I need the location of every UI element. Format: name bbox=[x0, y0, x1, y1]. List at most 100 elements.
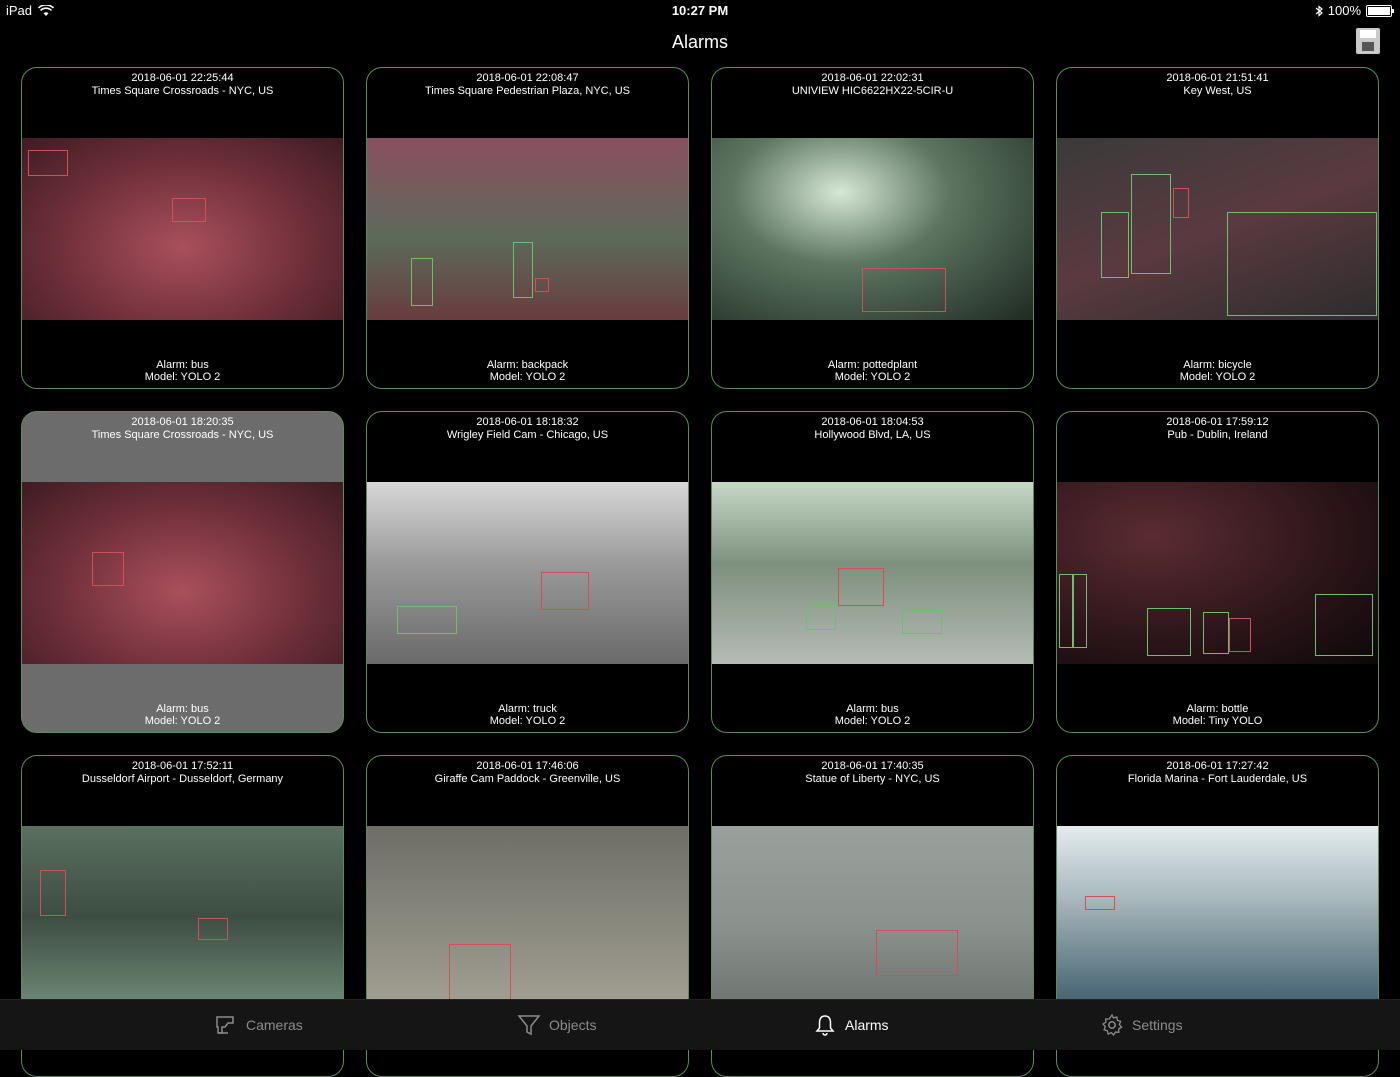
alarm-label: Alarm: bus bbox=[846, 703, 899, 715]
page-title: Alarms bbox=[671, 32, 728, 52]
tab-label: Objects bbox=[549, 1017, 597, 1033]
detection-box bbox=[1227, 212, 1377, 316]
gear-icon bbox=[1101, 1013, 1123, 1037]
alarm-datetime: 2018-06-01 18:04:53 bbox=[821, 416, 924, 428]
alarm-label: Alarm: bus bbox=[156, 359, 209, 371]
alarm-label: Alarm: bus bbox=[156, 703, 209, 715]
alarm-datetime: 2018-06-01 17:52:11 bbox=[131, 760, 234, 772]
tab-label: Cameras bbox=[246, 1017, 303, 1033]
detection-box bbox=[902, 610, 942, 634]
card-header: 2018-06-01 22:02:31 UNIVIEW HIC6622HX22-… bbox=[712, 72, 1033, 98]
detection-box bbox=[1059, 574, 1073, 648]
card-footer: Alarm: bus Model: YOLO 2 bbox=[712, 703, 1033, 727]
detection-box bbox=[1203, 612, 1229, 654]
camera-name: Pub - Dublin, Ireland bbox=[1167, 429, 1268, 441]
camera-name: Hollywood Blvd, LA, US bbox=[814, 429, 931, 441]
card-header: 2018-06-01 17:59:12 Pub - Dublin, Irelan… bbox=[1057, 416, 1378, 442]
detection-box bbox=[1229, 618, 1251, 652]
detection-box bbox=[449, 944, 511, 1004]
card-header: 2018-06-01 18:20:35 Times Square Crossro… bbox=[22, 416, 343, 442]
card-footer: Alarm: truck Model: YOLO 2 bbox=[367, 703, 688, 727]
model-label: Model: Tiny YOLO bbox=[1172, 715, 1263, 727]
alarm-label: Alarm: truck bbox=[498, 703, 557, 715]
card-header: 2018-06-01 17:52:11 Dusseldorf Airport -… bbox=[22, 760, 343, 786]
detection-box bbox=[1085, 896, 1115, 910]
detection-box bbox=[876, 930, 958, 976]
model-label: Model: YOLO 2 bbox=[834, 715, 911, 727]
detection-box bbox=[1173, 188, 1189, 218]
detection-box bbox=[92, 552, 124, 586]
battery-percent: 100% bbox=[1327, 3, 1361, 18]
card-footer: Alarm: bicycle Model: YOLO 2 bbox=[1057, 359, 1378, 383]
model-label: Model: YOLO 2 bbox=[1179, 371, 1256, 383]
alarm-datetime: 2018-06-01 18:20:35 bbox=[131, 416, 234, 428]
alarm-datetime: 2018-06-01 22:25:44 bbox=[131, 72, 234, 84]
tab-alarms[interactable]: Alarms bbox=[813, 1012, 889, 1038]
detection-box bbox=[513, 242, 533, 298]
detection-box bbox=[862, 268, 946, 312]
detection-box bbox=[1101, 212, 1129, 278]
detection-box bbox=[1315, 594, 1373, 656]
alarm-card-selected[interactable]: 2018-06-01 18:20:35 Times Square Crossro… bbox=[21, 411, 344, 733]
model-label: Model: YOLO 2 bbox=[144, 715, 221, 727]
detection-box bbox=[1147, 608, 1191, 656]
alarm-card[interactable]: 2018-06-01 17:59:12 Pub - Dublin, Irelan… bbox=[1056, 411, 1379, 733]
detection-box bbox=[397, 606, 457, 634]
bell-icon bbox=[815, 1015, 835, 1036]
camera-snapshot bbox=[367, 138, 688, 320]
detection-box bbox=[28, 150, 68, 176]
card-header: 2018-06-01 22:08:47 Times Square Pedestr… bbox=[367, 72, 688, 98]
tab-label: Settings bbox=[1132, 1017, 1183, 1033]
card-footer: Alarm: bus Model: YOLO 2 bbox=[22, 703, 343, 727]
card-footer: Alarm: pottedplant Model: YOLO 2 bbox=[712, 359, 1033, 383]
alarm-datetime: 2018-06-01 17:59:12 bbox=[1166, 416, 1269, 428]
camera-name: Times Square Crossroads - NYC, US bbox=[91, 85, 274, 97]
tab-settings[interactable]: Settings bbox=[1100, 1012, 1183, 1038]
detection-box bbox=[541, 572, 589, 610]
camera-name: Times Square Crossroads - NYC, US bbox=[91, 429, 274, 441]
camera-name: Key West, US bbox=[1183, 85, 1252, 97]
camera-name: UNIVIEW HIC6622HX22-5CIR-U bbox=[791, 85, 954, 97]
card-footer: Alarm: backpack Model: YOLO 2 bbox=[367, 359, 688, 383]
camera-name: Giraffe Cam Paddock - Greenville, US bbox=[434, 773, 621, 785]
card-footer: Alarm: bottle Model: Tiny YOLO bbox=[1057, 703, 1378, 727]
model-label: Model: YOLO 2 bbox=[489, 715, 566, 727]
camera-name: Times Square Pedestrian Plaza, NYC, US bbox=[424, 85, 630, 97]
camera-name: Dusseldorf Airport - Dusseldorf, Germany bbox=[81, 773, 284, 785]
alarm-datetime: 2018-06-01 17:46:06 bbox=[476, 760, 579, 772]
alarm-label: Alarm: backpack bbox=[486, 359, 569, 371]
alarm-card[interactable]: 2018-06-01 22:25:44 Times Square Crossro… bbox=[21, 67, 344, 389]
camera-snapshot bbox=[22, 482, 343, 664]
alarm-card[interactable]: 2018-06-01 18:04:53 Hollywood Blvd, LA, … bbox=[711, 411, 1034, 733]
card-header: 2018-06-01 18:18:32 Wrigley Field Cam - … bbox=[367, 416, 688, 442]
detection-box bbox=[40, 870, 66, 916]
alarm-label: Alarm: bicycle bbox=[1183, 359, 1252, 371]
card-header: 2018-06-01 18:04:53 Hollywood Blvd, LA, … bbox=[712, 416, 1033, 442]
camera-snapshot bbox=[22, 826, 343, 1008]
card-header: 2018-06-01 17:27:42 Florida Marina - For… bbox=[1057, 760, 1378, 786]
camera-name: Statue of Liberty - NYC, US bbox=[805, 773, 940, 785]
camera-snapshot bbox=[22, 138, 343, 320]
tab-bar: Cameras Objects Alarms Settings bbox=[0, 999, 1400, 1050]
alarm-card[interactable]: 2018-06-01 22:08:47 Times Square Pedestr… bbox=[366, 67, 689, 389]
tab-cameras[interactable]: Cameras bbox=[214, 1012, 303, 1038]
alarm-card[interactable]: 2018-06-01 21:51:41 Key West, US Alarm: … bbox=[1056, 67, 1379, 389]
camera-icon bbox=[216, 1016, 234, 1034]
model-label: Model: YOLO 2 bbox=[834, 371, 911, 383]
detection-box bbox=[1073, 574, 1087, 648]
camera-name: Florida Marina - Fort Lauderdale, US bbox=[1127, 773, 1308, 785]
save-icon[interactable] bbox=[1356, 28, 1380, 54]
detection-box bbox=[172, 198, 206, 222]
alarm-card[interactable]: 2018-06-01 22:02:31 UNIVIEW HIC6622HX22-… bbox=[711, 67, 1034, 389]
battery-icon bbox=[1366, 4, 1394, 17]
alarm-datetime: 2018-06-01 18:18:32 bbox=[476, 416, 579, 428]
tab-objects[interactable]: Objects bbox=[517, 1012, 596, 1038]
camera-name: Wrigley Field Cam - Chicago, US bbox=[446, 429, 609, 441]
alarm-label: Alarm: pottedplant bbox=[827, 359, 918, 371]
navigation-bar: Alarms bbox=[0, 22, 1400, 64]
card-footer: Alarm: bus Model: YOLO 2 bbox=[22, 359, 343, 383]
filter-icon bbox=[517, 1015, 541, 1036]
alarm-card[interactable]: 2018-06-01 18:18:32 Wrigley Field Cam - … bbox=[366, 411, 689, 733]
status-right: 100% bbox=[1315, 3, 1394, 18]
status-time: 10:27 PM bbox=[671, 3, 729, 18]
